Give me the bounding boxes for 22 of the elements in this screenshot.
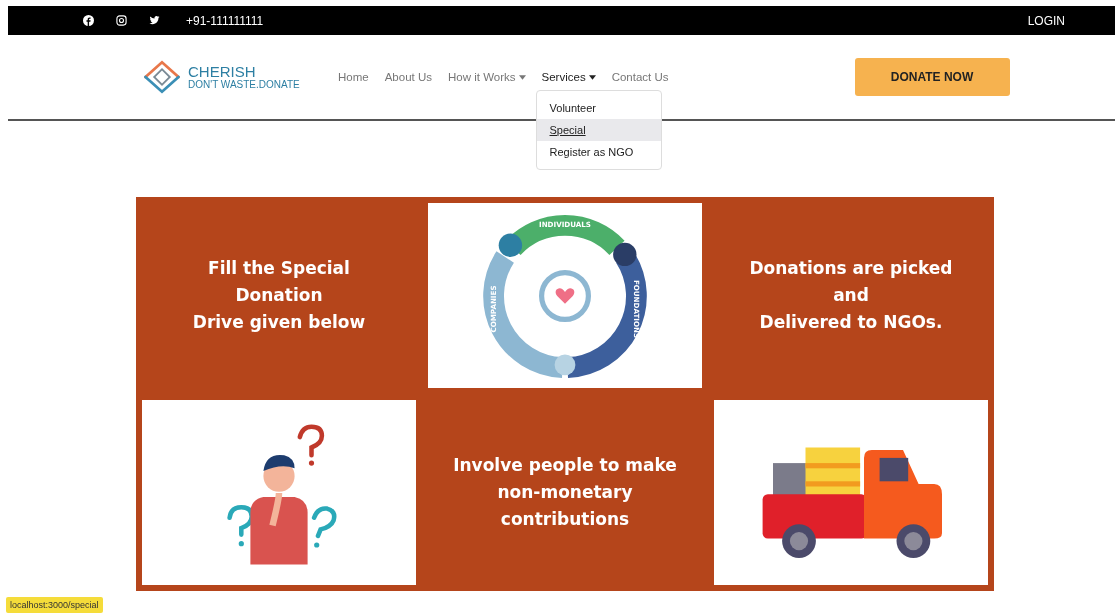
instagram-icon[interactable]	[116, 15, 127, 26]
dropdown-item[interactable]: Special	[536, 119, 661, 141]
nav-link[interactable]: About Us	[376, 71, 440, 83]
brand-name: CHERISH	[188, 63, 257, 79]
status-url: localhost:3000/special	[6, 597, 103, 613]
nav-link[interactable]: Contact Us	[603, 71, 677, 83]
login-link[interactable]: LOGIN	[1027, 13, 1065, 28]
dropdown-item[interactable]: Register as NGO	[536, 141, 661, 163]
twitter-icon[interactable]	[149, 15, 160, 26]
caret-icon	[588, 74, 596, 80]
nav-link[interactable]: Services	[533, 71, 604, 83]
tile-text: Involve people to make non-monetary contributions	[453, 454, 677, 531]
tile-text: Donations are picked and Delivered to NGOs.	[749, 257, 953, 334]
nav-link[interactable]: How it Works	[440, 71, 534, 83]
facebook-icon[interactable]	[83, 15, 94, 26]
dropdown-item[interactable]: Volunteer	[536, 97, 661, 119]
caret-icon	[518, 74, 526, 80]
donate-button[interactable]: DONATE NOW	[854, 58, 1010, 96]
phone-number: +91-111111111	[186, 13, 264, 28]
brand-tagline: DON'T WASTE.DONATE	[188, 78, 300, 91]
nav-link[interactable]: Home	[330, 71, 377, 83]
tile-text: Fill the Special Donation Drive given below	[192, 257, 366, 334]
